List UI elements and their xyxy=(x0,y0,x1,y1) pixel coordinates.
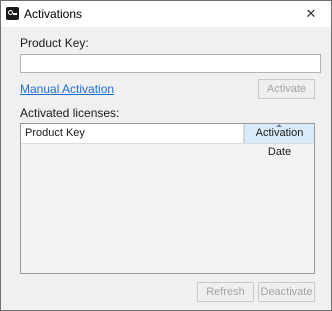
activate-button[interactable]: Activate xyxy=(258,79,315,99)
product-key-input[interactable] xyxy=(20,54,321,73)
title-bar[interactable]: Activations ✕ xyxy=(1,1,331,27)
activated-licenses-label: Activated licenses: xyxy=(20,106,120,120)
window-title: Activations xyxy=(24,7,83,21)
licenses-table[interactable]: Product Key Activation Date xyxy=(20,123,315,274)
deactivate-button[interactable]: Deactivate xyxy=(258,282,315,302)
app-logo-icon xyxy=(6,7,19,20)
column-header-product-key[interactable]: Product Key xyxy=(21,124,244,143)
sort-ascending-icon xyxy=(276,124,282,127)
close-icon: ✕ xyxy=(305,6,317,22)
product-key-label: Product Key: xyxy=(20,36,89,50)
activations-window: Activations ✕ Product Key: Manual Activa… xyxy=(0,0,332,311)
close-button[interactable]: ✕ xyxy=(291,1,331,27)
licenses-table-header: Product Key Activation Date xyxy=(21,124,314,158)
manual-activation-link[interactable]: Manual Activation xyxy=(20,82,114,96)
column-header-activation-date[interactable]: Activation Date xyxy=(244,124,314,158)
column-header-activation-date-label: Activation Date xyxy=(255,127,304,158)
refresh-button[interactable]: Refresh xyxy=(197,282,254,302)
